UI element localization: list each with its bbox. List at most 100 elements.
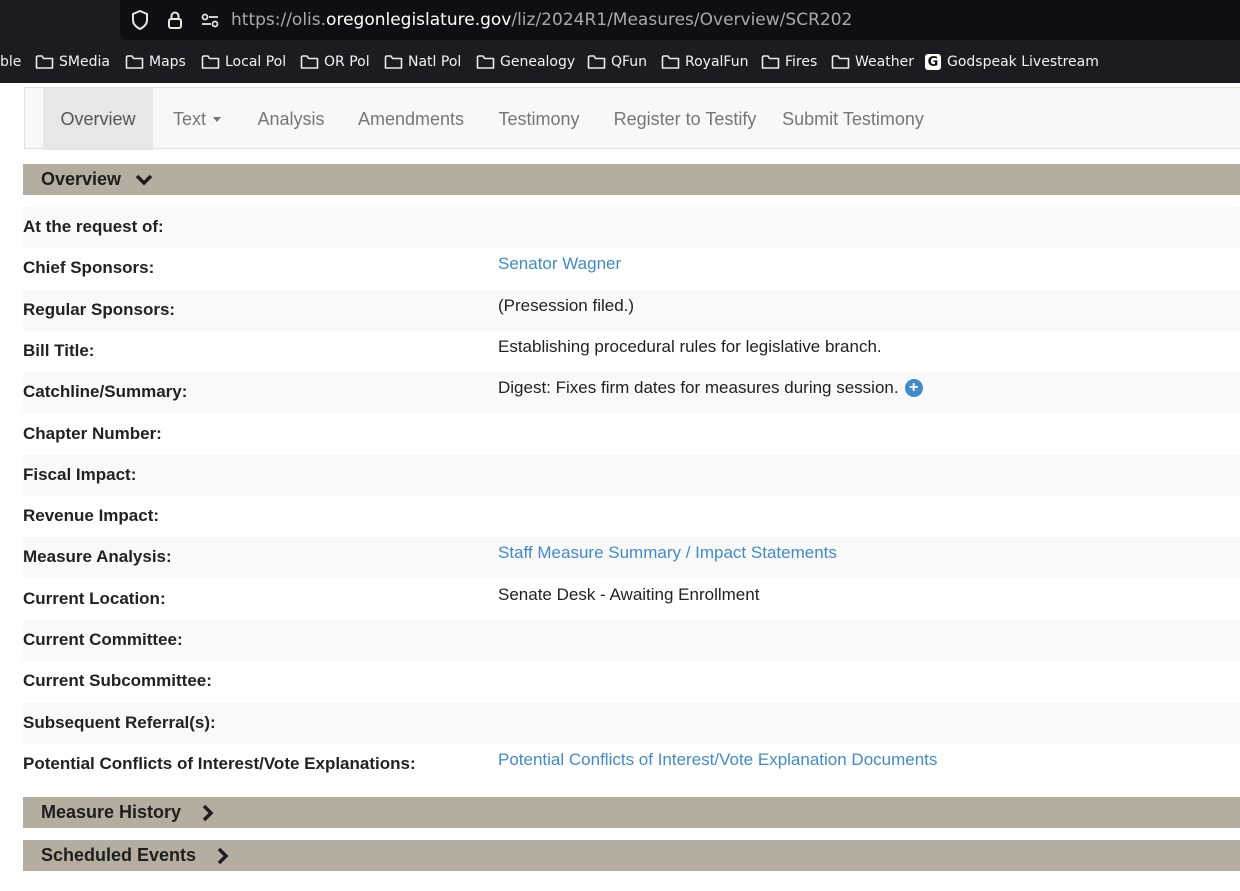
tab-testimony[interactable]: Testimony bbox=[481, 88, 597, 150]
chevron-down-icon bbox=[135, 173, 153, 187]
section-overview-header[interactable]: Overview bbox=[23, 164, 1240, 195]
bookmark-label: Genealogy bbox=[500, 54, 576, 70]
bookmark-item[interactable]: Maps bbox=[125, 48, 186, 76]
folder-icon bbox=[300, 55, 319, 69]
detail-label: Fiscal Impact: bbox=[23, 464, 137, 484]
tab-register-to-testify[interactable]: Register to Testify bbox=[597, 88, 773, 150]
tab-overview[interactable]: Overview bbox=[43, 88, 153, 150]
detail-row: Chapter Number: bbox=[23, 413, 1240, 455]
folder-icon bbox=[35, 55, 54, 69]
detail-label: Current Committee: bbox=[23, 630, 183, 649]
detail-row: Chief Sponsors: Senator Wagner bbox=[23, 248, 1240, 290]
detail-link[interactable]: Staff Measure Summary / Impact Statement… bbox=[498, 543, 837, 563]
detail-value-text[interactable]: Potential Conflicts of Interest/Vote Exp… bbox=[498, 750, 937, 770]
bookmark-label: Fires bbox=[785, 54, 818, 70]
detail-value: Digest: Fixes firm dates for measures du… bbox=[498, 378, 923, 398]
detail-value-text: Senate Desk - Awaiting Enrollment bbox=[498, 584, 760, 604]
url-text[interactable]: https://olis.oregonlegislature.gov/liz/2… bbox=[231, 10, 852, 30]
tab-analysis[interactable]: Analysis bbox=[241, 88, 341, 150]
folder-icon bbox=[587, 55, 606, 69]
bookmark-item[interactable]: SMedia bbox=[35, 48, 110, 76]
detail-row: Bill Title: Establishing procedural rules… bbox=[23, 330, 1240, 372]
section-scheduled-events-header[interactable]: Scheduled Events bbox=[23, 840, 1240, 871]
detail-label: Subsequent Referral(s): bbox=[23, 712, 216, 732]
detail-label: Catchline/Summary: bbox=[23, 382, 188, 402]
section-measure-history-header[interactable]: Measure History bbox=[23, 797, 1240, 828]
bookmark-item[interactable]: Weather bbox=[831, 48, 914, 76]
folder-icon bbox=[125, 55, 144, 69]
detail-link[interactable]: Potential Conflicts of Interest/Vote Exp… bbox=[498, 750, 937, 770]
detail-value: Senate Desk - Awaiting Enrollment bbox=[498, 585, 759, 605]
detail-row: Fiscal Impact: bbox=[23, 454, 1240, 496]
detail-row: Revenue Impact: bbox=[23, 496, 1240, 538]
section-title: Overview bbox=[41, 169, 122, 189]
bookmark-label: RoyalFun bbox=[685, 54, 749, 70]
chevron-right-icon bbox=[201, 804, 215, 822]
bookmark-item[interactable]: Local Pol bbox=[201, 48, 286, 76]
bookmark-label: QFun bbox=[611, 54, 648, 70]
url-prefix: https://olis. bbox=[231, 10, 327, 30]
tab-label: Text bbox=[172, 108, 206, 129]
tab-submit-testimony[interactable]: Submit Testimony bbox=[773, 88, 933, 150]
url-path: /liz/2024R1/Measures/Overview/SCR202 bbox=[511, 10, 853, 30]
plus-circle-icon[interactable]: + bbox=[904, 379, 923, 398]
detail-label: Chief Sponsors: bbox=[23, 258, 155, 278]
tab-label: Overview bbox=[60, 108, 136, 129]
permissions-icon[interactable] bbox=[199, 9, 221, 31]
shield-icon[interactable] bbox=[129, 9, 151, 31]
page-content: Overview Text Analysis Amendments Testimony R… bbox=[0, 83, 1240, 891]
detail-row: Potential Conflicts of Interest/Vote Exp… bbox=[23, 743, 1240, 785]
bookmark-label: SMedia bbox=[59, 54, 110, 70]
detail-label: Potential Conflicts of Interest/Vote Exp… bbox=[23, 753, 416, 773]
section-title: Measure History bbox=[41, 802, 182, 822]
bookmark-item[interactable]: OR Pol bbox=[300, 48, 370, 76]
detail-row: Current Subcommittee: bbox=[23, 661, 1240, 703]
measure-tabs: Overview Text Analysis Amendments Testimony R… bbox=[24, 87, 1240, 150]
tab-label: Analysis bbox=[257, 108, 325, 129]
bookmark-item[interactable]: QFun bbox=[587, 48, 647, 76]
detail-row: Subsequent Referral(s): bbox=[23, 702, 1240, 744]
folder-icon bbox=[831, 55, 850, 69]
bookmark-label: Natl Pol bbox=[408, 54, 462, 70]
detail-value: Establishing procedural rules for legisl… bbox=[498, 337, 882, 357]
tab-text[interactable]: Text bbox=[153, 88, 241, 150]
detail-link[interactable]: Senator Wagner bbox=[498, 254, 621, 274]
bookmark-label: OR Pol bbox=[324, 54, 370, 70]
detail-row: Current Location: Senate Desk - Awaiting … bbox=[23, 578, 1240, 620]
browser-toolbar: https://olis.oregonlegislature.gov/liz/2… bbox=[0, 0, 1240, 83]
detail-label: Bill Title: bbox=[23, 340, 95, 360]
bookmark-label: ble bbox=[0, 54, 22, 70]
detail-value-text: Establishing procedural rules for legisl… bbox=[498, 336, 882, 356]
lock-icon[interactable] bbox=[164, 9, 186, 31]
bookmark-label: Godspeak Livestream bbox=[947, 54, 1099, 70]
folder-icon bbox=[384, 55, 403, 69]
folder-icon bbox=[661, 55, 680, 69]
detail-value-text[interactable]: Senator Wagner bbox=[498, 254, 621, 274]
detail-value-text[interactable]: Staff Measure Summary / Impact Statement… bbox=[498, 543, 837, 563]
detail-value-text: (Presession filed.) bbox=[498, 295, 635, 315]
bookmark-item[interactable]: RoyalFun bbox=[661, 48, 748, 76]
detail-row: Catchline/Summary: Digest: Fixes firm dat… bbox=[23, 372, 1240, 414]
detail-row: Regular Sponsors: (Presession filed.) bbox=[23, 289, 1240, 331]
detail-label: Measure Analysis: bbox=[23, 547, 172, 567]
detail-label: Current Location: bbox=[23, 588, 166, 608]
bookmark-item[interactable]: Natl Pol bbox=[384, 48, 461, 76]
tab-label: Submit Testimony bbox=[782, 108, 924, 129]
bookmark-label: Weather bbox=[855, 54, 914, 70]
detail-label: At the request of: bbox=[23, 217, 164, 236]
url-domain: oregonlegislature.gov bbox=[326, 10, 512, 30]
detail-label: Chapter Number: bbox=[23, 423, 162, 443]
section-title: Scheduled Events bbox=[41, 845, 197, 865]
detail-value-text: Digest: Fixes firm dates for measures du… bbox=[498, 378, 899, 398]
detail-row: At the request of: bbox=[23, 207, 1240, 248]
bookmark-item[interactable]: Genealogy bbox=[476, 48, 575, 76]
folder-icon bbox=[201, 55, 220, 69]
tab-amendments[interactable]: Amendments bbox=[341, 88, 481, 150]
detail-row: Measure Analysis: Staff Measure Summary /… bbox=[23, 537, 1240, 579]
bookmark-item[interactable]: G Godspeak Livestream bbox=[925, 48, 1099, 76]
bookmark-item[interactable]: Fires bbox=[761, 48, 817, 76]
caret-down-icon bbox=[213, 116, 221, 122]
bookmark-item[interactable]: ble bbox=[0, 48, 21, 76]
detail-label: Regular Sponsors: bbox=[23, 299, 176, 319]
bookmark-label: Local Pol bbox=[225, 54, 287, 70]
